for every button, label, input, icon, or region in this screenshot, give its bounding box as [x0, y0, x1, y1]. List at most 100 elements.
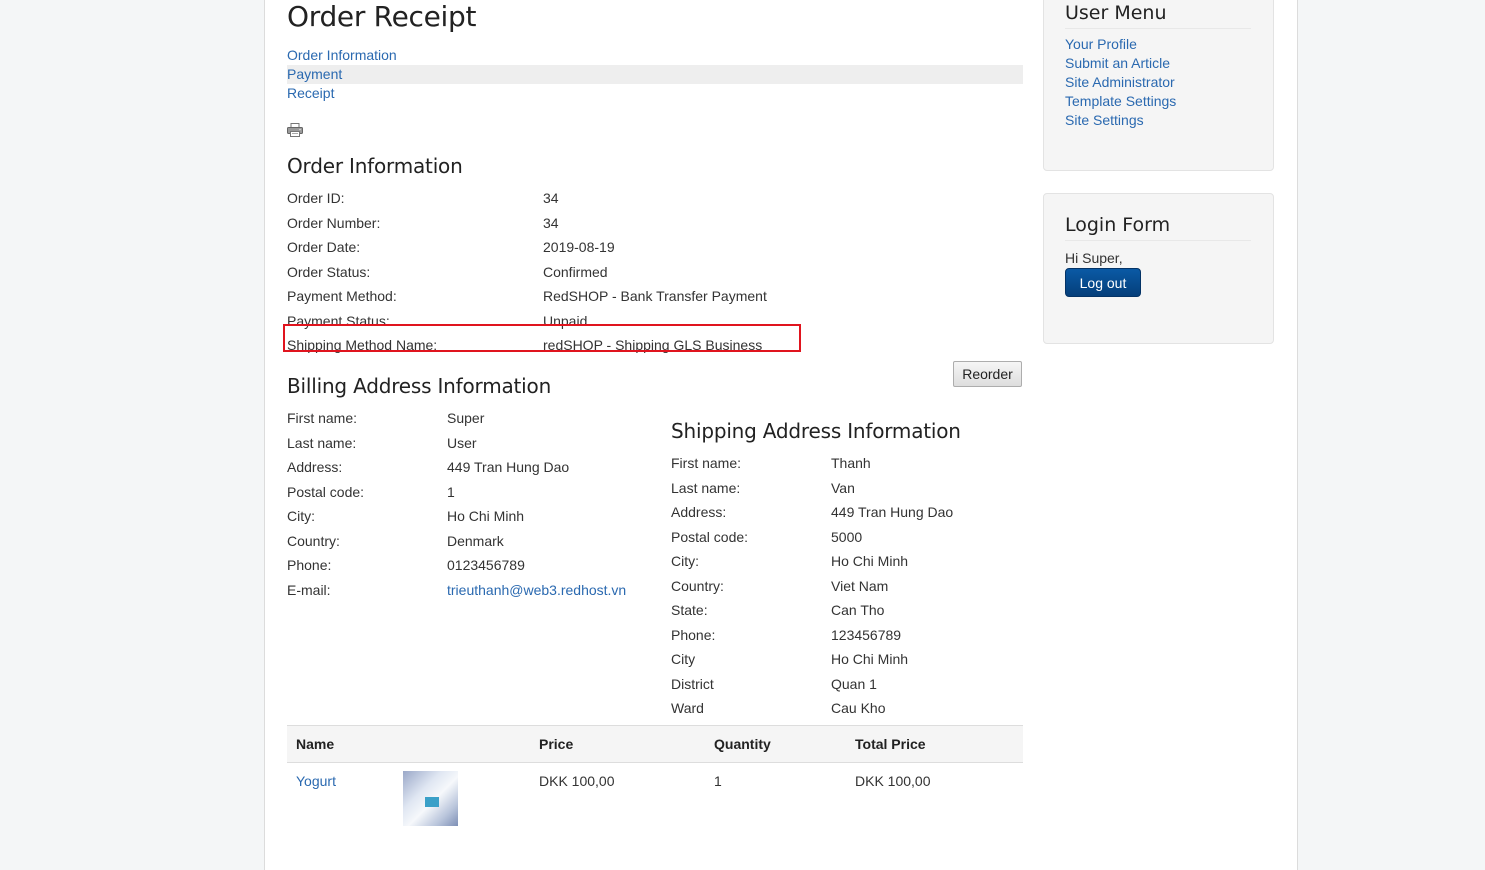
field-label: First name:	[671, 455, 742, 471]
user-menu-heading: User Menu	[1065, 2, 1251, 29]
field-value: Ho Chi Minh	[831, 651, 909, 667]
table-row: E-mail: trieuthanh@web3.redhost.vn	[287, 578, 626, 603]
menu-item-site-settings[interactable]: Site Settings	[1065, 111, 1251, 130]
field-value: 34	[543, 190, 559, 206]
table-row: City: Ho Chi Minh	[287, 504, 626, 529]
field-value: Cau Kho	[831, 700, 886, 716]
billing-address-table: First name: Super Last name: User Address: 44…	[287, 406, 626, 602]
field-value: Ho Chi Minh	[831, 553, 909, 569]
table-row: Order Date: 2019-08-19	[287, 235, 767, 260]
field-label: Postal code:	[287, 483, 365, 500]
checkout-steps: Order Information Payment Receipt	[287, 46, 1023, 103]
table-row: Last name: Van	[671, 476, 953, 501]
table-row: Postal code: 5000	[671, 525, 953, 550]
field-value: Ho Chi Minh	[447, 508, 525, 524]
table-row: State: Can Tho	[671, 598, 953, 623]
step-receipt[interactable]: Receipt	[287, 84, 1023, 103]
product-quantity: 1	[714, 773, 722, 789]
order-information-heading: Order Information	[287, 154, 463, 178]
menu-item-your-profile[interactable]: Your Profile	[1065, 35, 1251, 54]
field-value: 123456789	[831, 626, 902, 643]
table-row: Country: Viet Nam	[671, 574, 953, 599]
step-payment[interactable]: Payment	[287, 65, 1023, 84]
login-greeting: Hi Super,	[1065, 250, 1123, 266]
table-row: Payment Method: RedSHOP - Bank Transfer P…	[287, 284, 767, 309]
table-row: Address: 449 Tran Hung Dao	[671, 500, 953, 525]
field-value: Viet Nam	[831, 577, 889, 594]
field-label: Phone:	[671, 626, 716, 643]
login-form-heading: Login Form	[1065, 214, 1251, 241]
field-value: Van	[831, 479, 855, 496]
field-value: 0123456789	[447, 557, 525, 573]
table-row: First name: Super	[287, 406, 626, 431]
login-form-module: Login Form Hi Super, Log out	[1043, 193, 1274, 344]
product-total-price: DKK 100,00	[855, 773, 931, 789]
table-row: Phone: 123456789	[671, 623, 953, 648]
user-menu-module: User Menu Your Profile Submit an Article…	[1043, 0, 1274, 171]
col-image	[394, 725, 530, 763]
table-row: Address: 449 Tran Hung Dao	[287, 455, 626, 480]
col-total-price: Total Price	[846, 725, 1023, 763]
table-row: First name: Thanh	[671, 451, 953, 476]
menu-item-template-settings[interactable]: Template Settings	[1065, 92, 1251, 111]
table-row: City Ho Chi Minh	[671, 647, 953, 672]
table-row: Order ID: 34	[287, 186, 767, 211]
field-label: District	[671, 675, 714, 692]
field-label: City	[671, 651, 696, 667]
field-value: trieuthanh@web3.redhost.vn	[447, 578, 626, 603]
reorder-button[interactable]: Reorder	[953, 361, 1022, 387]
field-value: Thanh	[831, 455, 871, 471]
product-thumbnail[interactable]	[403, 771, 458, 826]
order-items-table: Name Price Quantity Total Price Yogurt D…	[287, 725, 1023, 835]
shipping-address-table: First name: Thanh Last name: Van Address: 449…	[671, 451, 953, 721]
field-label: Ward	[671, 700, 704, 716]
printer-icon[interactable]	[287, 123, 303, 137]
field-value: Denmark	[447, 532, 504, 549]
col-quantity: Quantity	[705, 725, 846, 763]
email-link[interactable]: trieuthanh@web3.redhost.vn	[447, 582, 626, 598]
field-label: First name:	[287, 410, 358, 426]
step-order-information[interactable]: Order Information	[287, 46, 1023, 65]
field-label: Order ID:	[287, 190, 345, 206]
shipping-method-highlight	[283, 324, 801, 352]
field-value: 449 Tran Hung Dao	[831, 504, 954, 520]
field-value: User	[447, 434, 477, 451]
table-row: Order Number: 34	[287, 211, 767, 236]
billing-address-heading: Billing Address Information	[287, 374, 552, 398]
field-label: Order Status:	[287, 263, 371, 280]
product-name-link[interactable]: Yogurt	[296, 773, 336, 789]
field-value: 449 Tran Hung Dao	[447, 459, 570, 475]
field-label: Phone:	[287, 557, 332, 573]
menu-item-submit-article[interactable]: Submit an Article	[1065, 54, 1251, 73]
user-menu-list: Your Profile Submit an Article Site Admi…	[1065, 35, 1251, 130]
field-label: State:	[671, 602, 708, 618]
field-value: Confirmed	[543, 263, 608, 280]
field-value: 2019-08-19	[543, 239, 615, 255]
table-row: Order Status: Confirmed	[287, 260, 767, 285]
field-label: Last name:	[287, 434, 357, 451]
field-label: Last name:	[671, 479, 741, 496]
product-price: DKK 100,00	[539, 773, 615, 789]
table-row: Postal code: 1	[287, 480, 626, 505]
page-container: Order Receipt Order Information Payment …	[264, 0, 1298, 870]
field-value: Quan 1	[831, 675, 877, 692]
field-label: E-mail:	[287, 581, 331, 598]
field-label: City:	[671, 553, 699, 569]
items-header-row: Name Price Quantity Total Price	[287, 725, 1023, 763]
field-label: Payment Method:	[287, 288, 397, 304]
logout-button[interactable]: Log out	[1065, 268, 1141, 297]
shipping-address-heading: Shipping Address Information	[671, 419, 961, 443]
field-label: Country:	[671, 577, 724, 594]
col-price: Price	[530, 725, 705, 763]
field-value: Super	[447, 410, 485, 426]
field-label: City:	[287, 508, 315, 524]
table-row: District Quan 1	[671, 672, 953, 697]
field-value: 1	[447, 483, 455, 500]
field-label: Country:	[287, 532, 340, 549]
field-label: Address:	[287, 459, 343, 475]
field-label: Address:	[671, 504, 727, 520]
field-label: Order Number:	[287, 214, 381, 231]
table-row: City: Ho Chi Minh	[671, 549, 953, 574]
menu-item-site-administrator[interactable]: Site Administrator	[1065, 73, 1251, 92]
table-row: Country: Denmark	[287, 529, 626, 554]
